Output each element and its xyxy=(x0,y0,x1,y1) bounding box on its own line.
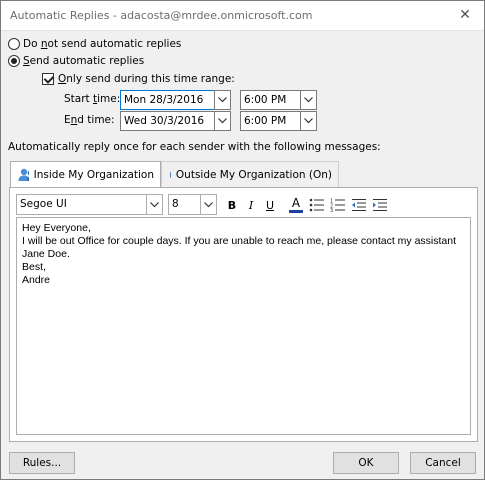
chevron-down-icon xyxy=(304,118,313,124)
only-send-during-range-checkbox[interactable] xyxy=(42,73,54,85)
bullets-button[interactable] xyxy=(308,196,326,214)
start-time-label: Start time: xyxy=(64,93,121,105)
people-icon xyxy=(18,168,29,181)
chevron-down-icon xyxy=(204,201,213,207)
svg-text:3: 3 xyxy=(330,208,333,212)
close-icon[interactable]: ✕ xyxy=(456,6,474,24)
window-title: Automatic Replies - adacosta@mrdee.onmic… xyxy=(10,9,313,22)
italic-button[interactable]: I xyxy=(242,196,260,214)
message-editor[interactable]: Hey Everyone, I will be out Office for c… xyxy=(16,217,471,435)
start-date-field[interactable]: Mon 28/3/2016 xyxy=(120,90,226,110)
do-not-send-option[interactable]: Do not send automatic replies xyxy=(8,38,181,50)
numbering-button[interactable]: 1 2 3 xyxy=(329,196,347,214)
font-name-dropdown[interactable] xyxy=(146,194,163,215)
increase-indent-icon xyxy=(373,199,387,211)
do-not-send-label: Do not send automatic replies xyxy=(23,38,182,50)
chevron-down-icon xyxy=(304,97,313,103)
increase-indent-button[interactable] xyxy=(371,196,389,214)
tab-outside-organization-label: Outside My Organization (On) xyxy=(175,168,332,181)
tab-inside-organization[interactable]: Inside My Organization xyxy=(10,161,161,187)
start-date-dropdown[interactable] xyxy=(214,90,231,110)
font-name-field[interactable]: Segoe UI xyxy=(16,194,147,215)
title-bar: Automatic Replies - adacosta@mrdee.onmic… xyxy=(1,1,484,31)
cancel-button[interactable]: Cancel xyxy=(410,452,476,474)
chevron-down-icon xyxy=(150,201,159,207)
start-time-field[interactable]: 6:00 PM xyxy=(240,90,302,110)
do-not-send-radio[interactable] xyxy=(8,38,20,50)
bullet-list-icon xyxy=(309,198,324,212)
message-line: Best, xyxy=(22,261,46,273)
send-automatic-replies-option[interactable]: Send automatic replies xyxy=(8,55,144,67)
message-line: Hey Everyone, xyxy=(22,222,91,234)
numbered-list-icon: 1 2 3 xyxy=(330,199,345,212)
send-automatic-replies-radio[interactable] xyxy=(8,55,20,67)
font-color-button[interactable]: A xyxy=(287,196,305,214)
decrease-indent-icon xyxy=(352,199,366,211)
send-automatic-replies-label: Send automatic replies xyxy=(23,55,145,67)
ok-button[interactable]: OK xyxy=(333,452,399,474)
font-color-letter: A xyxy=(291,196,301,210)
start-time-dropdown[interactable] xyxy=(300,90,317,110)
chevron-down-icon xyxy=(218,118,227,124)
end-date-field[interactable]: Wed 30/3/2016 xyxy=(120,111,226,131)
chevron-down-icon xyxy=(218,97,227,103)
only-send-during-range-option[interactable]: Only send during this time range: xyxy=(42,73,235,85)
globe-icon xyxy=(170,170,171,179)
font-size-dropdown[interactable] xyxy=(200,194,217,215)
message-line: I will be out Office for couple days. If… xyxy=(22,235,459,260)
end-date-dropdown[interactable] xyxy=(214,111,231,131)
end-time-dropdown[interactable] xyxy=(300,111,317,131)
end-time-label: End time: xyxy=(64,114,115,126)
tab-inside-organization-label: Inside My Organization xyxy=(33,168,154,181)
automatic-replies-dialog: Automatic Replies - adacosta@mrdee.onmic… xyxy=(0,0,485,480)
reply-once-note: Automatically reply once for each sender… xyxy=(8,141,381,153)
underline-button[interactable]: U xyxy=(261,196,279,214)
rules-button[interactable]: Rules... xyxy=(9,452,75,474)
only-send-during-range-label: Only send during this time range: xyxy=(58,73,235,85)
tab-outside-organization[interactable]: Outside My Organization (On) xyxy=(161,161,339,187)
bold-button[interactable]: B xyxy=(223,196,241,214)
end-time-field[interactable]: 6:00 PM xyxy=(240,111,302,131)
font-color-bar xyxy=(289,210,303,213)
decrease-indent-button[interactable] xyxy=(350,196,368,214)
message-line: Andre xyxy=(22,274,51,286)
